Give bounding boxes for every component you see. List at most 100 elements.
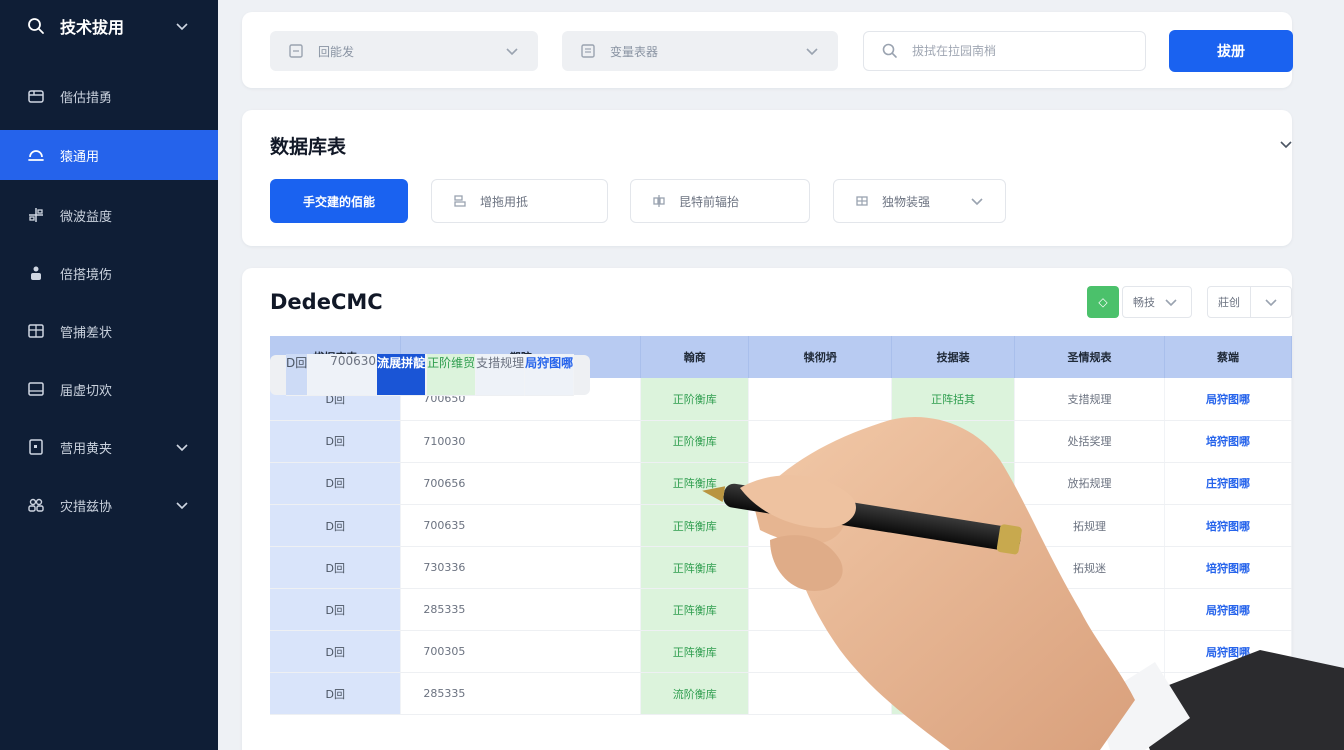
row-action-link[interactable]: 局狩图哪 (1164, 672, 1292, 715)
table-cell (1014, 588, 1166, 631)
search-icon (26, 16, 46, 36)
table-cell: 支措规理 (476, 354, 526, 396)
table-title: DedeCMC (270, 290, 383, 314)
sidebar-item-1[interactable]: 猿通用 (0, 130, 218, 180)
table-cell (891, 462, 1016, 505)
table-cell (1014, 672, 1166, 715)
refresh-button[interactable]: ◇ (1087, 286, 1119, 318)
row-action-link[interactable]: 培狩图哪 (1164, 546, 1292, 589)
chevron-down-icon[interactable] (172, 437, 192, 457)
sidebar-header[interactable]: 技术拔用 (0, 0, 218, 52)
chevron-down-icon[interactable] (1276, 134, 1296, 154)
sidebar-item-6[interactable]: 营用黄夹 (0, 422, 218, 472)
column-header[interactable]: 技据装 (891, 336, 1016, 378)
data-table-panel: DedeCMC ◇ 畅技 莊创 拔据库表塑院翰商犊彻坍技据装圣情规表蔡端 D回7… (242, 268, 1292, 750)
table-cell (748, 504, 893, 547)
layers-icon (450, 191, 470, 211)
search-submit-button[interactable]: 拔册 (1169, 30, 1293, 72)
chevron-down-icon (502, 41, 522, 61)
table-cell: D回 (286, 354, 309, 396)
column-header[interactable]: 犊彻坍 (748, 336, 893, 378)
sidebar-item-7[interactable]: 灾措兹协 (0, 480, 218, 530)
sidebar-item-4[interactable]: 管捕差状 (0, 306, 218, 356)
database-button-3-label: 昆特前辐抬 (679, 194, 740, 209)
sidebar-item-0[interactable]: 偕估措勇 (0, 71, 218, 121)
table-row[interactable]: D回 285335 正阵衡库 局狩图哪 (270, 588, 1292, 631)
sidebar-item-label: 届虚切欢 (60, 383, 113, 399)
table-row[interactable]: D回 700656 正阵衡库 放拓规理 庄狩图哪 (270, 462, 1292, 505)
sidebar-item-3[interactable]: 倍搭境伤 (0, 248, 218, 298)
table-cell: 285335 (400, 588, 642, 631)
table-icon (852, 191, 872, 211)
column-header[interactable]: 蔡端 (1164, 336, 1292, 378)
database-panel: 数据库表 手交建的佰能 增拖用抵 昆特前辐抬 独物装强 (242, 110, 1292, 246)
database-button-4-label: 独物装强 (882, 194, 931, 209)
list-icon (578, 41, 598, 61)
table-cell: 700305 (400, 630, 642, 673)
row-action-link[interactable]: 庄狩图哪 (1164, 462, 1292, 505)
table-cell (891, 588, 1016, 631)
table-row[interactable]: D回 700630 流展拼靛 正阶维贸 支措规理 局狩图哪 (270, 354, 591, 396)
panel-icon (26, 379, 46, 399)
row-action-link[interactable]: 培狩图哪 (1164, 420, 1292, 463)
database-button-3[interactable]: 昆特前辐抬 (630, 179, 810, 223)
toolbar-select-1-value: 畅技 (1133, 296, 1155, 309)
filter-bar: 回能发 变量表器 拔册 (242, 12, 1293, 88)
toolbar-select-1[interactable]: 畅技 (1122, 286, 1192, 318)
table-cell: 处括奖理 (1014, 420, 1166, 463)
table-cell (891, 504, 1016, 547)
table-cell: 700656 (400, 462, 642, 505)
table-cell: 正阵括其 (891, 378, 1016, 421)
table-cell: D回 (270, 504, 402, 547)
table-row[interactable]: D回 710030 正阶衡库 正理园人 处括奖理 培狩图哪 (270, 420, 1292, 463)
table-row[interactable]: D回 700635 正阵衡库 拓规理 培狩图哪 (270, 504, 1292, 547)
row-action-link[interactable]: 局狩图哪 (525, 354, 575, 396)
chevron-down-icon (802, 41, 822, 61)
table-cell: D回 (270, 672, 402, 715)
table-cell: 拓规理 (1014, 504, 1166, 547)
data-table: 拔据库表塑院翰商犊彻坍技据装圣情规表蔡端 D回700650正阶衡库正阵括其支措规… (270, 336, 1292, 715)
column-header[interactable]: 翰商 (640, 336, 750, 378)
sidebar-item-2[interactable]: 微波益度 (0, 190, 218, 240)
filter-select-1[interactable]: 回能发 (270, 31, 538, 71)
chevron-down-icon[interactable] (172, 16, 192, 36)
table-cell (748, 420, 893, 463)
database-button-4[interactable]: 独物装强 (833, 179, 1006, 223)
sidebar-item-label: 灾措兹协 (60, 499, 113, 515)
table-cell: 正阵衡库 (640, 462, 750, 505)
filter-select-2[interactable]: 变量表器 (562, 31, 838, 71)
database-button-2[interactable]: 增拖用抵 (431, 179, 608, 223)
chevron-down-icon[interactable] (172, 495, 192, 515)
table-cell: 正阶衡库 (640, 420, 750, 463)
chevron-down-icon (1161, 292, 1181, 312)
table-cell: D回 (270, 588, 402, 631)
search-input[interactable] (912, 44, 1129, 58)
sidebar-item-label: 营用黄夹 (60, 441, 113, 457)
database-primary-button[interactable]: 手交建的佰能 (270, 179, 408, 223)
row-action-link[interactable]: 局狩图哪 (1164, 588, 1292, 631)
table-cell: 流展拼靛 (377, 354, 427, 396)
sidebar-item-5[interactable]: 届虚切欢 (0, 364, 218, 414)
table-cell: D回 (270, 462, 402, 505)
table-row[interactable]: D回 730336 正阵衡库 拓规迷 培狩图哪 (270, 546, 1292, 589)
row-action-link[interactable]: 局狩图哪 (1164, 630, 1292, 673)
table-row[interactable]: D回 700305 正阵衡库 局狩图哪 (270, 630, 1292, 673)
grid-icon (26, 321, 46, 341)
column-header[interactable]: 圣情规表 (1014, 336, 1166, 378)
chat-icon (26, 145, 46, 165)
row-action-link[interactable]: 局狩图哪 (1164, 378, 1292, 421)
sidebar-item-label: 管捕差状 (60, 325, 113, 341)
sidebar: 技术拔用 偕估措勇 猿通用 微波益度 倍搭境伤 管捕差状 届虚切欢 营用黄夹 灾… (0, 0, 218, 750)
table-cell: 正阵衡库 (640, 504, 750, 547)
database-title: 数据库表 (270, 136, 347, 158)
toolbar-select-2[interactable]: 莊创 (1207, 286, 1292, 318)
users-icon (26, 495, 46, 515)
table-cell: 285335 (400, 672, 642, 715)
table-row[interactable]: D回 285335 流阶衡库 张用英 局狩图哪 (270, 672, 1292, 715)
table-cell: 730336 (400, 546, 642, 589)
split-icon (649, 191, 669, 211)
table-cell: D回 (270, 546, 402, 589)
table-cell: 正阵衡库 (640, 546, 750, 589)
search-box (863, 31, 1146, 71)
row-action-link[interactable]: 培狩图哪 (1164, 504, 1292, 547)
